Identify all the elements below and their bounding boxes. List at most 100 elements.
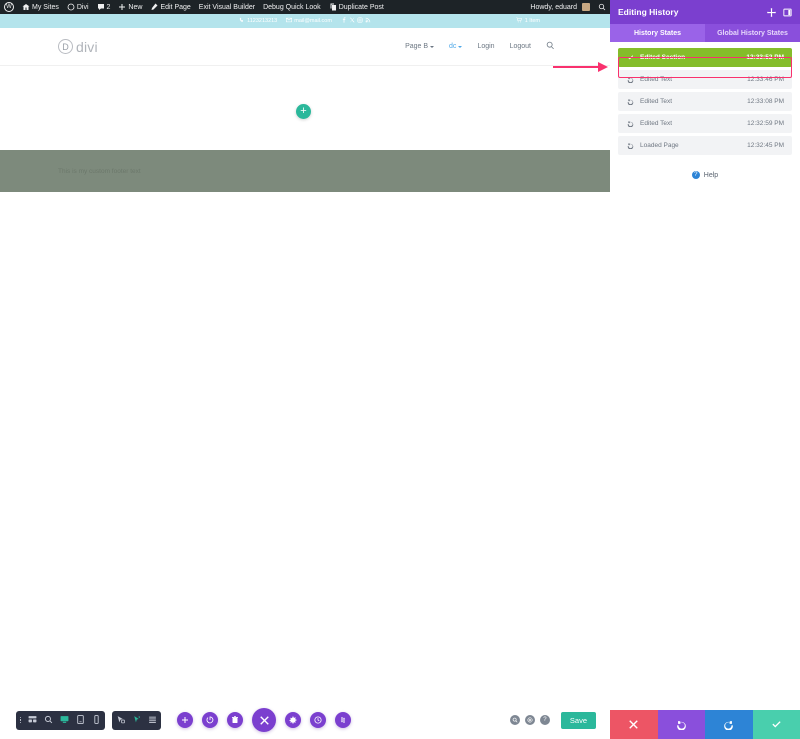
admin-bar-item-new[interactable]: New: [114, 0, 146, 14]
admin-bar-item-edit-page[interactable]: Edit Page: [146, 0, 194, 14]
plus-icon: [118, 3, 126, 11]
avatar: [582, 3, 590, 11]
vertical-dots-icon[interactable]: [20, 716, 22, 724]
admin-bar-right: Howdy, eduard: [526, 0, 610, 14]
primary-nav: Page B dc Login Logout: [405, 41, 555, 52]
search-icon[interactable]: [509, 715, 520, 725]
history-state-label: Edited Text: [640, 120, 673, 127]
email-block[interactable]: mail@mail.com: [286, 17, 332, 25]
site-top-bar: 1123213213 mail@mail.com 1 Item: [0, 14, 610, 28]
divi-logo-icon: D: [58, 39, 73, 54]
phone-icon[interactable]: [92, 711, 101, 729]
hover-mode-icon[interactable]: [132, 711, 141, 729]
cart-link[interactable]: 1 Item: [516, 17, 540, 25]
desktop-icon[interactable]: [60, 711, 69, 729]
footer-section[interactable]: This is my custom footer text: [0, 150, 610, 192]
search-icon[interactable]: [546, 41, 555, 52]
admin-bar-label: Divi: [76, 3, 89, 11]
admin-bar-item-comments[interactable]: 2: [93, 0, 115, 14]
settings-icon[interactable]: [524, 715, 535, 725]
wp-logo-menu[interactable]: [0, 0, 18, 14]
wordpress-logo-icon: [4, 2, 14, 12]
chevron-down-icon: [458, 45, 463, 48]
editing-history-panel: Editing History History States Global Hi…: [610, 0, 800, 739]
admin-bar-label: Duplicate Post: [338, 3, 384, 11]
history-state-item[interactable]: Edited Section 12:33:52 PM: [618, 48, 792, 67]
nav-label: Page B: [405, 43, 429, 50]
portability-button[interactable]: [335, 712, 352, 728]
admin-bar-label: New: [128, 3, 143, 11]
list-view-icon[interactable]: [148, 711, 157, 729]
power-button[interactable]: [202, 712, 219, 728]
history-state-list: Edited Section 12:33:52 PM Edited Text 1…: [618, 48, 792, 155]
admin-bar-label: Edit Page: [160, 3, 191, 11]
nav-item-logout[interactable]: Logout: [510, 43, 531, 50]
history-state-item[interactable]: Edited Text 12:33:08 PM: [618, 92, 792, 111]
click-mode-icon[interactable]: [116, 711, 126, 729]
help-icon[interactable]: ?: [539, 715, 550, 725]
admin-bar-item-exit-visual-builder[interactable]: Exit Visual Builder: [195, 0, 259, 14]
phone-block[interactable]: 1123213213: [239, 17, 277, 25]
close-builder-button[interactable]: [252, 708, 277, 732]
tablet-icon[interactable]: [76, 711, 85, 729]
add-button[interactable]: [177, 712, 194, 728]
history-state-label: Edited Text: [640, 98, 673, 105]
history-state-item[interactable]: Edited Text 12:32:59 PM: [618, 114, 792, 133]
nav-label: Logout: [509, 43, 531, 50]
move-icon[interactable]: [767, 7, 776, 17]
undo-button[interactable]: [657, 710, 705, 739]
nav-item-dc[interactable]: dc: [449, 43, 463, 50]
nav-item-page-b[interactable]: Page B: [405, 43, 435, 50]
cart-label: 1 Item: [524, 18, 540, 24]
tab-global-history-states[interactable]: Global History States: [705, 24, 800, 42]
undo-icon: [626, 120, 634, 127]
panel-header: Editing History: [610, 0, 800, 24]
history-state-time: 12:32:59 PM: [747, 120, 784, 127]
interaction-mode-group: [112, 710, 162, 730]
apply-button[interactable]: [752, 710, 800, 739]
help-row: ? Help: [618, 171, 792, 179]
admin-bar-search-button[interactable]: [594, 0, 610, 14]
add-section-button[interactable]: +: [296, 104, 311, 119]
admin-bar-item-divi[interactable]: Divi: [63, 0, 93, 14]
history-state-time: 12:33:52 PM: [746, 54, 784, 61]
sites-icon: [22, 3, 30, 11]
admin-bar-account[interactable]: Howdy, eduard: [526, 0, 594, 14]
history-state-item[interactable]: Loaded Page 12:32:45 PM: [618, 136, 792, 155]
builder-right-tools: ? Save: [509, 711, 596, 729]
site-logo-text: divi: [76, 38, 98, 55]
x-icon[interactable]: [349, 17, 355, 25]
builder-toolbar: ? Save: [0, 701, 610, 739]
cancel-button[interactable]: [610, 710, 658, 739]
annotation-arrow: [553, 60, 611, 74]
zoom-icon[interactable]: [44, 711, 53, 729]
nav-item-login[interactable]: Login: [477, 43, 494, 50]
snap-right-icon[interactable]: [783, 8, 792, 17]
trash-button[interactable]: [227, 712, 244, 728]
panel-body: Edited Section 12:33:52 PM Edited Text 1…: [610, 42, 800, 710]
pencil-icon: [150, 3, 158, 11]
instagram-icon[interactable]: [357, 17, 363, 25]
admin-bar-item-duplicate-post[interactable]: Duplicate Post: [325, 0, 388, 14]
page-canvas: + This is my custom footer text: [0, 66, 610, 739]
admin-bar-label: Debug Quick Look: [263, 3, 321, 11]
rss-icon[interactable]: [365, 17, 371, 25]
phone-icon: [239, 17, 245, 25]
save-button[interactable]: Save: [560, 711, 596, 729]
help-icon: ?: [691, 171, 700, 179]
wireframe-icon[interactable]: [28, 711, 37, 729]
settings-button[interactable]: [285, 712, 302, 728]
history-state-item[interactable]: Edited Text 12:33:46 PM: [618, 70, 792, 89]
admin-bar-item-my-sites[interactable]: My Sites: [18, 0, 63, 14]
history-state-label: Loaded Page: [640, 142, 679, 149]
history-clock-button[interactable]: [310, 712, 327, 728]
undo-icon: [626, 142, 634, 149]
site-logo[interactable]: D divi: [58, 39, 98, 55]
facebook-icon[interactable]: [341, 17, 347, 25]
admin-bar-item-debug-quick-look[interactable]: Debug Quick Look: [259, 0, 325, 14]
nav-label: Login: [477, 43, 495, 50]
help-link[interactable]: Help: [704, 172, 718, 179]
social-links: [341, 17, 371, 25]
redo-button[interactable]: [705, 710, 753, 739]
tab-history-states[interactable]: History States: [610, 24, 705, 42]
